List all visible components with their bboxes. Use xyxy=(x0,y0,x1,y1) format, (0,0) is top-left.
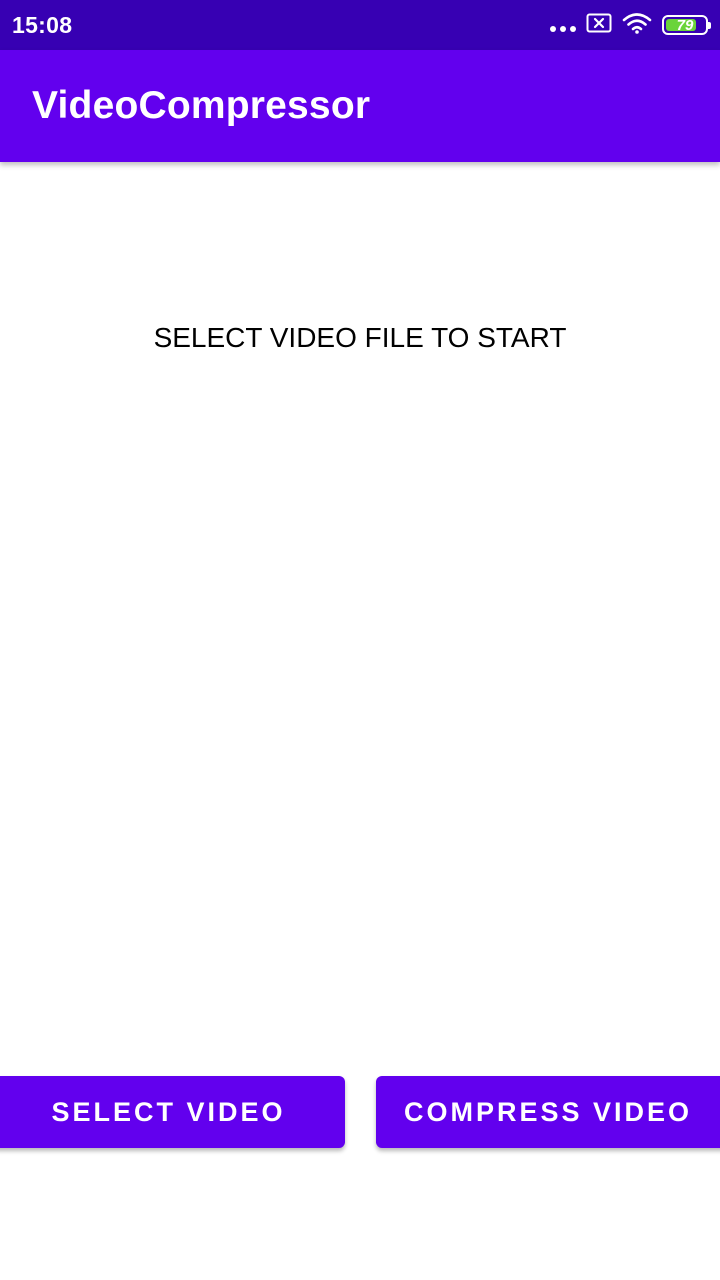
notification-x-icon xyxy=(586,13,612,38)
app-title: VideoCompressor xyxy=(32,84,371,127)
compress-video-button[interactable]: COMPRESS VIDEO xyxy=(376,1076,720,1148)
status-time: 15:08 xyxy=(12,11,73,38)
status-bar: 15:08 79 xyxy=(0,0,720,50)
status-icons: 79 xyxy=(550,12,711,39)
battery-tip xyxy=(708,22,711,29)
app-screen: 15:08 79 VideoCompressor SELECT VIDEO FI… xyxy=(0,0,720,1280)
battery-level: 79 xyxy=(676,16,694,34)
select-video-button[interactable]: SELECT VIDEO xyxy=(0,1076,345,1148)
more-dots-icon xyxy=(550,26,576,32)
battery-icon: 79 xyxy=(662,15,711,35)
app-bar: VideoCompressor xyxy=(0,50,720,162)
wifi-icon xyxy=(622,12,652,39)
status-message: SELECT VIDEO FILE TO START xyxy=(153,322,567,353)
